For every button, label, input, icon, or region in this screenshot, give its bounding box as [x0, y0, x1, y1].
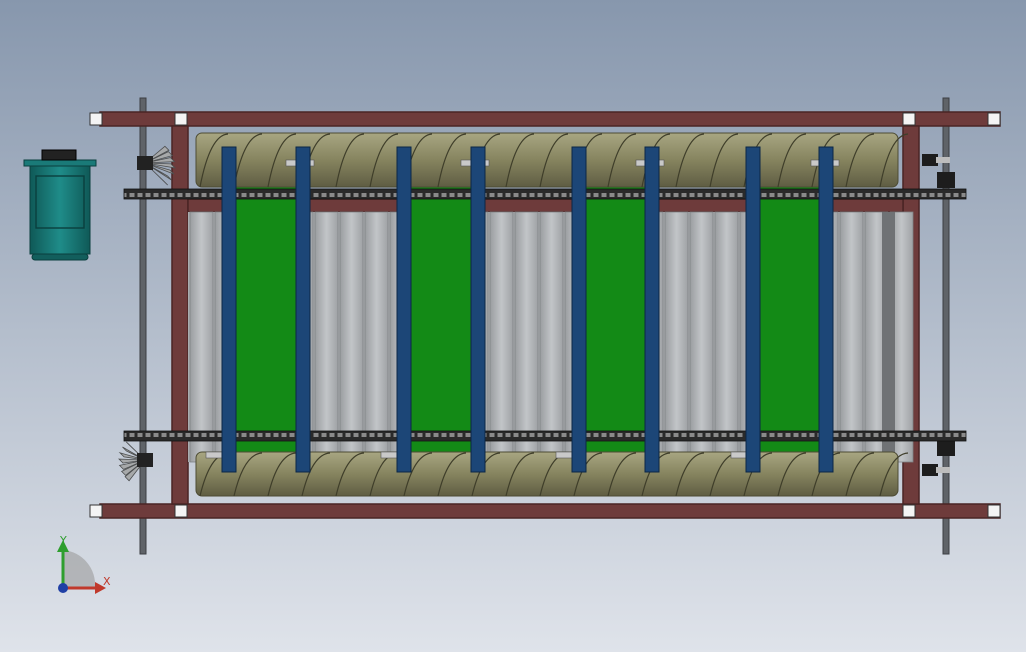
- guide-rail: [942, 97, 950, 555]
- frame-end-cap: [902, 504, 916, 518]
- frame-end-cap: [174, 112, 188, 126]
- slat: [364, 211, 389, 463]
- slat: [839, 211, 864, 463]
- clamp-bar: [571, 146, 587, 473]
- frame-end-cap: [987, 112, 1001, 126]
- drive-chain-bottom: [123, 430, 967, 442]
- clamp-bar: [644, 146, 660, 473]
- clamp-bar: [295, 146, 311, 473]
- belt: [584, 159, 651, 461]
- clamp-bar: [818, 146, 834, 473]
- slat: [714, 211, 739, 463]
- frame-end-cap: [174, 504, 188, 518]
- shaft-end: [936, 157, 950, 163]
- clamp-bar: [221, 146, 237, 473]
- cad-viewport[interactable]: XY: [0, 0, 1026, 652]
- chain-sprocket: [937, 172, 955, 188]
- clamp-bar: [470, 146, 486, 473]
- gear-hub: [137, 156, 153, 170]
- gear-hub: [137, 453, 153, 467]
- assembly-drawing: XY: [0, 0, 1026, 652]
- motor-flange: [23, 159, 97, 167]
- y-axis-label: Y: [59, 534, 67, 547]
- slat: [689, 211, 714, 463]
- frame-end-cap: [89, 504, 103, 518]
- z-axis-dot: [58, 583, 68, 593]
- belt: [234, 159, 301, 461]
- slat: [189, 211, 214, 463]
- motor-shaft-coupling: [41, 149, 77, 161]
- chain-sprocket: [937, 440, 955, 456]
- frame-bottom-bar: [99, 503, 1001, 519]
- drive-chain-top: [123, 188, 967, 200]
- clamp-bar: [745, 146, 761, 473]
- bearing-block: [922, 154, 938, 166]
- frame-end-cap: [987, 504, 1001, 518]
- belt: [759, 159, 826, 461]
- slat: [514, 211, 539, 463]
- slat-end: [882, 212, 895, 462]
- slat: [489, 211, 514, 463]
- frame-end-cap: [902, 112, 916, 126]
- shaft-end: [936, 467, 950, 473]
- motor-body: [29, 165, 91, 255]
- x-axis-label: X: [103, 575, 111, 588]
- slat: [539, 211, 564, 463]
- motor-fan-cover: [31, 253, 89, 261]
- frame-top-bar: [99, 111, 1001, 127]
- drive-motor[interactable]: [23, 149, 97, 261]
- slat: [339, 211, 364, 463]
- frame-left-post: [171, 125, 189, 505]
- clamp-bar: [396, 146, 412, 473]
- belt: [409, 159, 476, 461]
- slat: [314, 211, 339, 463]
- slat: [664, 211, 689, 463]
- bearing-block: [922, 464, 938, 476]
- frame-end-cap: [89, 112, 103, 126]
